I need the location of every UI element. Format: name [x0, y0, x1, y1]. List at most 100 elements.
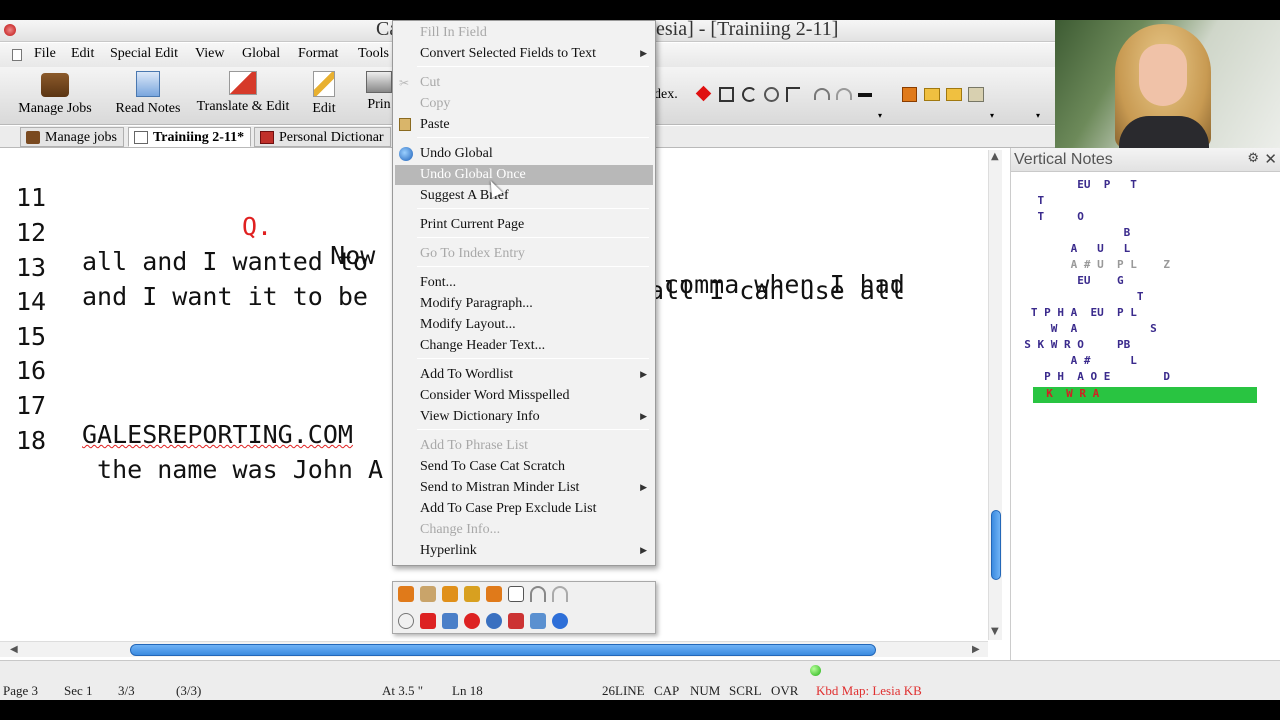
toolbar-overflow-chevron-icon[interactable]: ▾ [878, 111, 882, 120]
translate-edit-label: Translate & Edit [196, 99, 290, 114]
mini-stop-icon[interactable] [464, 613, 480, 629]
translate-edit-button[interactable]: Translate & Edit [192, 71, 294, 123]
folder-icon[interactable] [924, 88, 940, 101]
menu-special-edit[interactable]: Special Edit [110, 46, 178, 62]
headphones-icon[interactable] [814, 88, 830, 100]
menu-item-undo-global-once[interactable]: Undo Global Once [395, 165, 653, 185]
close-icon[interactable]: ✕ [1264, 150, 1277, 168]
horizontal-scroll-thumb[interactable] [130, 644, 876, 656]
vertical-scroll-thumb[interactable] [991, 510, 1001, 580]
menu-item-copy[interactable]: Copy [393, 94, 655, 114]
mini-headphones-icon[interactable] [530, 586, 546, 602]
scroll-left-arrow-icon[interactable]: ◀ [10, 644, 18, 655]
pencil-icon [313, 71, 335, 97]
submenu-arrow-icon: ▶ [640, 370, 647, 380]
horizontal-scrollbar[interactable]: ◀ ▶ [0, 641, 988, 657]
print-button[interactable]: Prin [364, 71, 394, 123]
menu-item-add-phrase-list[interactable]: Add To Phrase List [393, 436, 655, 456]
mini-tool-6-icon[interactable] [508, 586, 524, 602]
refresh-icon[interactable] [742, 87, 757, 102]
editor-line: 11 Q. Now comma when I had [0, 154, 905, 299]
menu-separator [417, 266, 649, 267]
scroll-right-arrow-icon[interactable]: ▶ [972, 644, 980, 655]
menu-item-paste[interactable]: Paste [393, 115, 655, 135]
index-button-label[interactable]: dex. [654, 87, 678, 103]
mini-headphones-2-icon[interactable] [552, 586, 568, 602]
menu-global[interactable]: Global [242, 46, 280, 62]
mini-help-red-icon[interactable] [420, 613, 436, 629]
dash-icon[interactable] [858, 93, 872, 97]
menu-item-send-mistran[interactable]: Send to Mistran Minder List ▶ [393, 478, 655, 498]
clipboard-icon[interactable] [968, 87, 984, 102]
menu-item-convert-fields[interactable]: Convert Selected Fields to Text ▶ [393, 44, 655, 64]
scissors-icon: ✂ [399, 76, 410, 90]
edit-button[interactable]: Edit [304, 71, 344, 123]
vertical-scrollbar[interactable]: ▲ ▼ [988, 150, 1002, 640]
menu-item-add-wordlist[interactable]: Add To Wordlist ▶ [393, 365, 655, 385]
mini-tool-7-icon[interactable] [398, 613, 414, 629]
tab-training[interactable]: Trainiing 2-11* [128, 127, 252, 147]
scroll-up-arrow-icon[interactable]: ▲ [991, 151, 999, 162]
menu-item-print-current-page[interactable]: Print Current Page [393, 215, 655, 235]
mini-tool-8-icon[interactable] [442, 613, 458, 629]
template-icon[interactable] [902, 87, 917, 102]
menu-tools[interactable]: Tools [358, 46, 389, 62]
mini-help-icon[interactable] [552, 613, 568, 629]
submenu-arrow-icon: ▶ [640, 412, 647, 422]
menu-edit[interactable]: Edit [71, 46, 94, 62]
tab-training-label: Trainiing 2-11* [153, 130, 245, 145]
editor-line: 15 [0, 293, 90, 351]
mini-tool-4-icon[interactable] [464, 586, 480, 602]
menu-item-hyperlink[interactable]: Hyperlink ▶ [393, 541, 655, 561]
mini-tool-5-icon[interactable] [486, 586, 502, 602]
flag-icon[interactable] [786, 87, 800, 102]
mini-tool-2-icon[interactable] [420, 586, 436, 602]
menu-item-change-header[interactable]: Change Header Text... [393, 336, 655, 356]
globe-icon[interactable] [764, 87, 779, 102]
menu-item-suggest-brief[interactable]: Suggest A Brief [393, 186, 655, 206]
menu-separator [417, 358, 649, 359]
toolbar-overflow-chevron-2-icon[interactable]: ▾ [990, 111, 994, 120]
mini-tool-3-icon[interactable] [442, 586, 458, 602]
menu-item-cut[interactable]: ✂ Cut [393, 73, 655, 93]
status-numlock: NUM [690, 683, 721, 698]
menu-item-fill-in-field[interactable]: Fill In Field [393, 23, 655, 43]
folder-open-icon[interactable] [946, 88, 962, 101]
steno-line: EU G [1011, 274, 1124, 287]
line-text: the name was John A [82, 455, 384, 484]
grid-icon[interactable] [719, 87, 734, 102]
steno-line: T P H A EU P L [1011, 306, 1137, 319]
tab-personal-dictionary[interactable]: Personal Dictionar [254, 127, 391, 147]
menu-item-view-dictionary-info[interactable]: View Dictionary Info ▶ [393, 407, 655, 427]
menu-view[interactable]: View [195, 46, 224, 62]
headphones-alt-icon[interactable] [836, 88, 852, 100]
menu-file[interactable]: File [34, 46, 56, 62]
read-notes-button[interactable]: Read Notes [108, 71, 188, 123]
scroll-down-arrow-icon[interactable]: ▼ [991, 626, 999, 637]
menu-item-go-to-index[interactable]: Go To Index Entry [393, 244, 655, 264]
menu-item-consider-misspelled[interactable]: Consider Word Misspelled [393, 386, 655, 406]
misspelled-text: GALESREPORTING.COM [82, 420, 353, 449]
mini-search-icon[interactable] [486, 613, 502, 629]
toolbar-overflow-chevron-3-icon[interactable]: ▾ [1036, 111, 1040, 120]
steno-line: A U L [1011, 242, 1131, 255]
menu-item-change-info[interactable]: Change Info... [393, 520, 655, 540]
menu-item-add-case-prep[interactable]: Add To Case Prep Exclude List [393, 499, 655, 519]
connection-status-icon [810, 665, 821, 676]
mini-globe-icon[interactable] [530, 613, 546, 629]
menu-item-send-case-cat[interactable]: Send To Case Cat Scratch [393, 457, 655, 477]
menu-item-font[interactable]: Font... [393, 273, 655, 293]
manage-jobs-button[interactable]: Manage Jobs [12, 71, 98, 123]
clipboard-paste-icon [399, 118, 411, 131]
pin-icon[interactable]: ⚙ [1247, 151, 1259, 166]
mini-tool-9-icon[interactable] [508, 613, 524, 629]
tab-manage-jobs[interactable]: Manage jobs [20, 127, 124, 147]
window-title-right: esia] - [Trainiing 2-11] [656, 18, 839, 40]
translate-icon [229, 71, 257, 95]
menu-item-undo-global[interactable]: Undo Global [393, 144, 655, 164]
mini-tool-1-icon[interactable] [398, 586, 414, 602]
menu-format[interactable]: Format [298, 46, 338, 62]
menu-item-modify-paragraph[interactable]: Modify Paragraph... [393, 294, 655, 314]
red-diamond-icon[interactable] [695, 85, 712, 102]
menu-item-modify-layout[interactable]: Modify Layout... [393, 315, 655, 335]
